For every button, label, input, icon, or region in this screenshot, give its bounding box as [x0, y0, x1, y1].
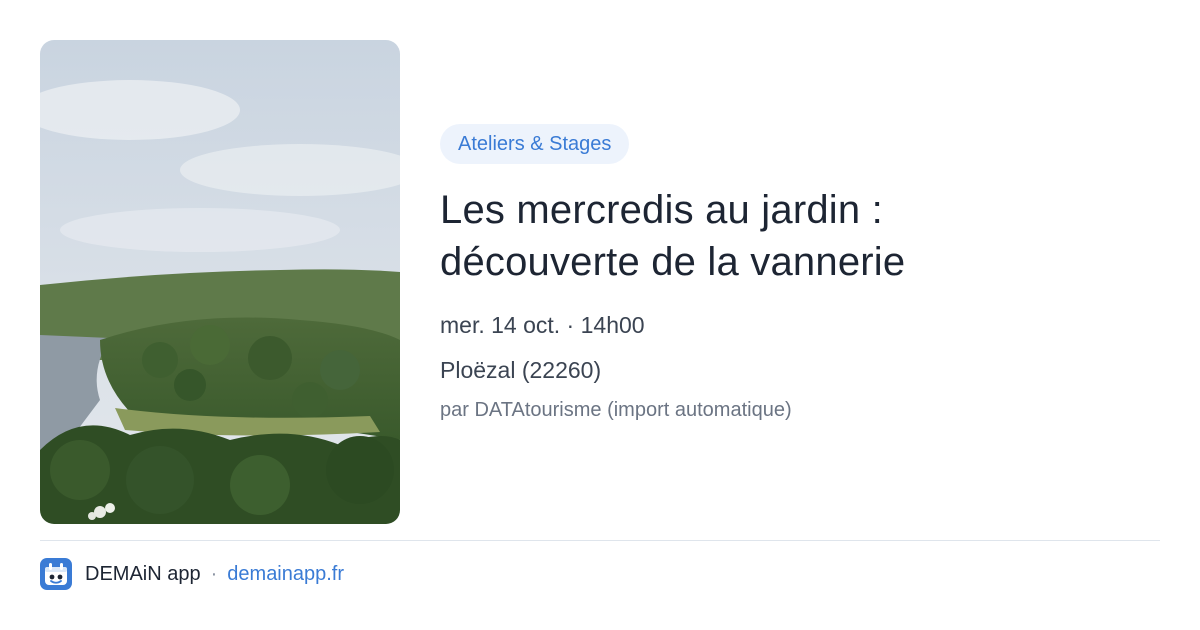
footer: DEMAiN app · demainapp.fr	[40, 557, 344, 591]
event-title-line-1: Les mercredis au jardin :	[440, 188, 883, 232]
event-source: par DATAtourisme (import automatique)	[440, 399, 792, 421]
event-title-line-2: découverte de la vannerie	[440, 240, 906, 284]
app-name: DEMAiN app	[85, 562, 201, 585]
event-location: Ploëzal (22260)	[440, 357, 602, 383]
category-badge[interactable]: Ateliers & Stages	[440, 124, 630, 164]
event-title[interactable]: Les mercredis au jardin : découverte de …	[440, 184, 1160, 288]
demain-app-icon[interactable]	[40, 558, 72, 590]
footer-divider	[40, 540, 1160, 541]
landscape-photo-icon	[40, 40, 400, 524]
app-url-link[interactable]: demainapp.fr	[227, 563, 344, 586]
event-info: Ateliers & Stages Les mercredis au jardi…	[440, 124, 1160, 423]
event-datetime: mer. 14 oct. · 14h00	[440, 312, 645, 338]
event-photo[interactable]	[40, 40, 400, 524]
footer-separator: ·	[210, 562, 218, 585]
